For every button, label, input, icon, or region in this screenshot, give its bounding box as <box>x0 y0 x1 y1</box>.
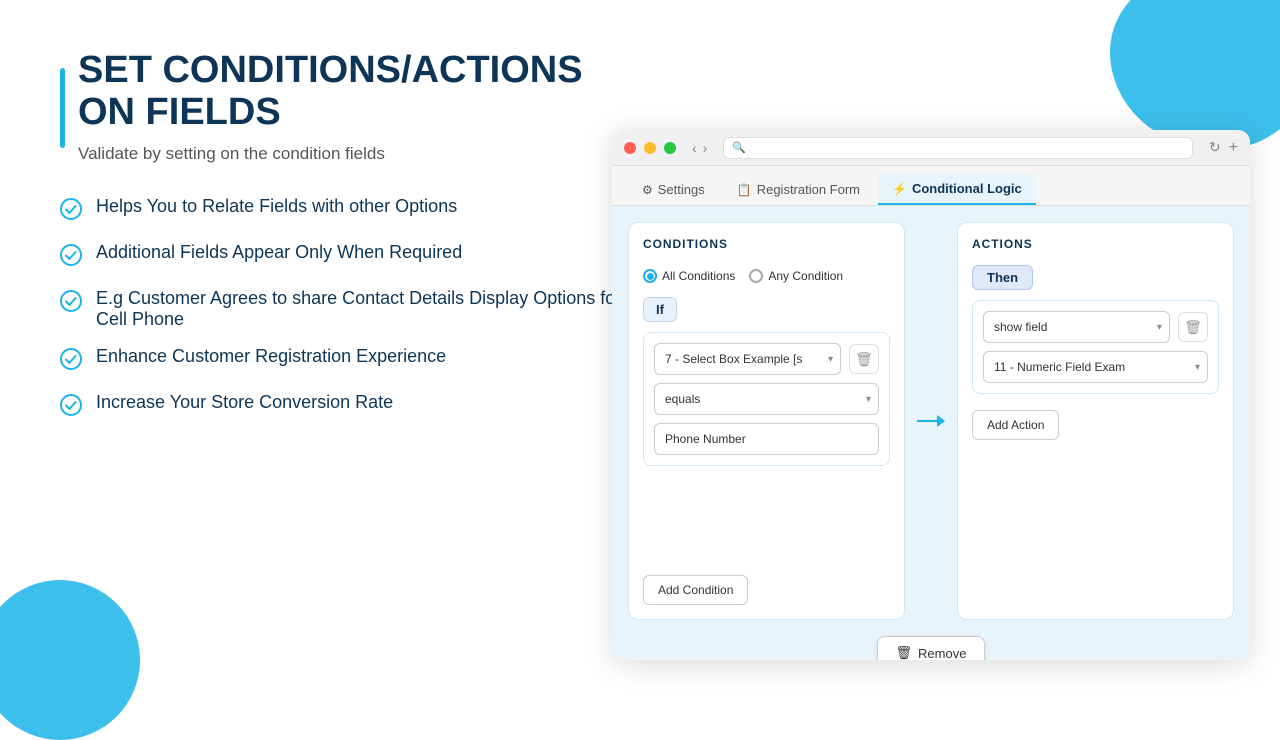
actions-title: ACTIONS <box>972 237 1219 251</box>
accent-bar <box>60 68 65 148</box>
add-action-button[interactable]: Add Action <box>972 410 1059 440</box>
back-button[interactable]: ‹ <box>692 140 697 156</box>
page-subtitle: Validate by setting on the condition fie… <box>60 144 630 164</box>
action-type-select[interactable]: show field <box>983 311 1170 343</box>
address-text: 🔍 <box>732 141 746 154</box>
trash-icon: 🗑 <box>855 351 873 368</box>
tab-conditional-logic[interactable]: ⚡ Conditional Logic <box>878 174 1036 205</box>
condition-field-select-wrapper: 7 - Select Box Example [s ▾ <box>654 343 841 375</box>
check-icon <box>60 394 82 422</box>
address-bar[interactable]: 🔍 <box>723 137 1193 159</box>
close-dot[interactable] <box>624 142 636 154</box>
condition-field-select[interactable]: 7 - Select Box Example [s <box>654 343 841 375</box>
condition-operator-wrapper: equals ▾ <box>654 383 879 415</box>
condition-value-input[interactable] <box>654 423 879 455</box>
arrow-line <box>917 420 937 422</box>
page-title: SET CONDITIONS/ACTIONS ON FIELDS <box>60 50 630 134</box>
tab-settings[interactable]: ⚙ Settings <box>628 175 719 204</box>
browser-nav: ‹ › <box>692 140 707 156</box>
reload-button[interactable]: ↻ <box>1209 139 1221 156</box>
browser-window: ‹ › 🔍 ↻ + ⚙ Settings 📋 Registration Form… <box>612 130 1250 660</box>
arrow-head-icon <box>937 415 945 427</box>
condition-select-row-1: 7 - Select Box Example [s ▾ 🗑 <box>654 343 879 375</box>
check-icon <box>60 290 82 318</box>
feature-list: Helps You to Relate Fields with other Op… <box>60 196 630 422</box>
list-item: Helps You to Relate Fields with other Op… <box>60 196 630 226</box>
browser-titlebar: ‹ › 🔍 ↻ + <box>612 130 1250 166</box>
conditions-inner: 7 - Select Box Example [s ▾ 🗑 equals ▾ <box>643 332 890 466</box>
trash-icon-2: 🗑 <box>1184 319 1202 336</box>
left-panel: SET CONDITIONS/ACTIONS ON FIELDS Validat… <box>60 50 630 438</box>
condition-operator-select[interactable]: equals <box>654 383 879 415</box>
radio-all-conditions[interactable]: All Conditions <box>643 269 735 283</box>
actions-box: ACTIONS Then show field ▾ 🗑 <box>957 222 1234 620</box>
tab-registration-form[interactable]: 📋 Registration Form <box>723 175 874 204</box>
if-badge: If <box>643 297 677 322</box>
list-item: Additional Fields Appear Only When Requi… <box>60 242 630 272</box>
radio-all-circle[interactable] <box>643 269 657 283</box>
conditions-title: CONDITIONS <box>643 237 890 251</box>
action-field-select[interactable]: 11 - Numeric Field Exam <box>983 351 1208 383</box>
remove-btn-container: 🗑 Remove <box>612 636 1250 660</box>
then-badge: Then <box>972 265 1033 290</box>
logic-icon: ⚡ <box>892 182 907 196</box>
remove-icon: 🗑 <box>896 645 913 660</box>
form-icon: 📋 <box>737 183 752 197</box>
action-select-row: show field ▾ 🗑 <box>983 311 1208 343</box>
action-field-select-wrapper: 11 - Numeric Field Exam ▾ <box>983 351 1208 383</box>
settings-icon: ⚙ <box>642 183 653 197</box>
maximize-dot[interactable] <box>664 142 676 154</box>
condition-delete-button[interactable]: 🗑 <box>849 344 879 374</box>
list-item: Enhance Customer Registration Experience <box>60 346 630 376</box>
browser-content: CONDITIONS All Conditions Any Condition … <box>612 206 1250 636</box>
check-icon <box>60 198 82 226</box>
radio-any-condition[interactable]: Any Condition <box>749 269 843 283</box>
decorative-blob-top-right <box>1110 0 1280 150</box>
conditions-radio-group: All Conditions Any Condition <box>643 265 890 287</box>
minimize-dot[interactable] <box>644 142 656 154</box>
actions-inner: show field ▾ 🗑 11 - Numeric Field Exam ▾ <box>972 300 1219 394</box>
browser-tabs: ⚙ Settings 📋 Registration Form ⚡ Conditi… <box>612 166 1250 206</box>
check-icon <box>60 244 82 272</box>
check-icon <box>60 348 82 376</box>
add-tab-button[interactable]: + <box>1229 139 1238 157</box>
action-type-select-wrapper: show field ▾ <box>983 311 1170 343</box>
decorative-blob-bottom-left <box>0 580 140 740</box>
add-condition-button[interactable]: Add Condition <box>643 575 748 605</box>
conditions-box: CONDITIONS All Conditions Any Condition … <box>628 222 905 620</box>
remove-button[interactable]: 🗑 Remove <box>877 636 986 660</box>
radio-any-circle[interactable] <box>749 269 763 283</box>
list-item: E.g Customer Agrees to share Contact Det… <box>60 288 630 330</box>
action-delete-button[interactable]: 🗑 <box>1178 312 1208 342</box>
list-item: Increase Your Store Conversion Rate <box>60 392 630 422</box>
arrow-connector <box>921 222 941 620</box>
forward-button[interactable]: › <box>703 140 708 156</box>
